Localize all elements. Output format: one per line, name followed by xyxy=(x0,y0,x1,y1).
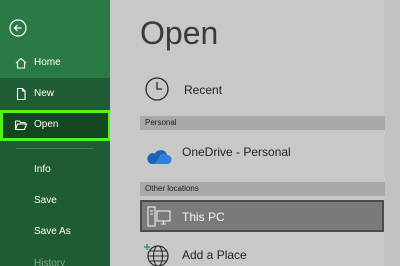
sidebar-item-home[interactable]: Home xyxy=(0,49,110,77)
location-recent[interactable]: Recent xyxy=(144,76,384,106)
section-header-other-locations: Other locations xyxy=(140,182,385,196)
globe-plus-icon xyxy=(144,242,170,266)
sidebar-item-history[interactable]: History xyxy=(0,250,110,266)
right-edge-panel xyxy=(385,0,400,266)
section-header-personal: Personal xyxy=(140,116,385,130)
sidebar-item-save-as[interactable]: Save As xyxy=(0,218,110,246)
sidebar-divider xyxy=(16,148,94,149)
sidebar-item-label: Open xyxy=(34,119,59,130)
sidebar-item-new[interactable]: New xyxy=(0,80,110,108)
back-arrow-icon[interactable] xyxy=(9,19,27,37)
location-label: OneDrive - Personal xyxy=(182,145,291,159)
section-header-label: Personal xyxy=(145,118,177,127)
cloud-icon xyxy=(146,148,172,166)
folder-open-icon xyxy=(14,118,28,132)
location-onedrive-personal[interactable]: OneDrive - Personal xyxy=(144,140,384,168)
sidebar-item-label: New xyxy=(34,88,55,99)
open-pane: Open Recent Personal OneDrive - Personal… xyxy=(110,0,400,266)
location-add-a-place[interactable]: Add a Place xyxy=(144,240,384,266)
sidebar-item-label: Save xyxy=(34,195,57,206)
sidebar-item-label: Save As xyxy=(34,226,71,237)
clock-icon xyxy=(144,76,170,102)
sidebar-item-label: Info xyxy=(34,164,51,175)
section-header-label: Other locations xyxy=(145,184,199,193)
sidebar-item-label: Home xyxy=(34,57,61,68)
sidebar-item-save[interactable]: Save xyxy=(0,187,110,215)
page-title: Open xyxy=(140,15,219,51)
location-label: Add a Place xyxy=(182,248,247,262)
home-icon xyxy=(14,56,28,70)
computer-icon xyxy=(146,205,172,229)
location-label: Recent xyxy=(184,83,223,97)
backstage-sidebar: Home New Open Info Save Save As History xyxy=(0,0,111,266)
location-label: This PC xyxy=(182,210,225,224)
sidebar-item-open[interactable]: Open xyxy=(0,111,110,139)
sidebar-item-label: History xyxy=(34,258,66,266)
new-document-icon xyxy=(14,87,28,101)
sidebar-item-info[interactable]: Info xyxy=(0,156,110,184)
location-this-pc[interactable]: This PC xyxy=(140,200,384,232)
